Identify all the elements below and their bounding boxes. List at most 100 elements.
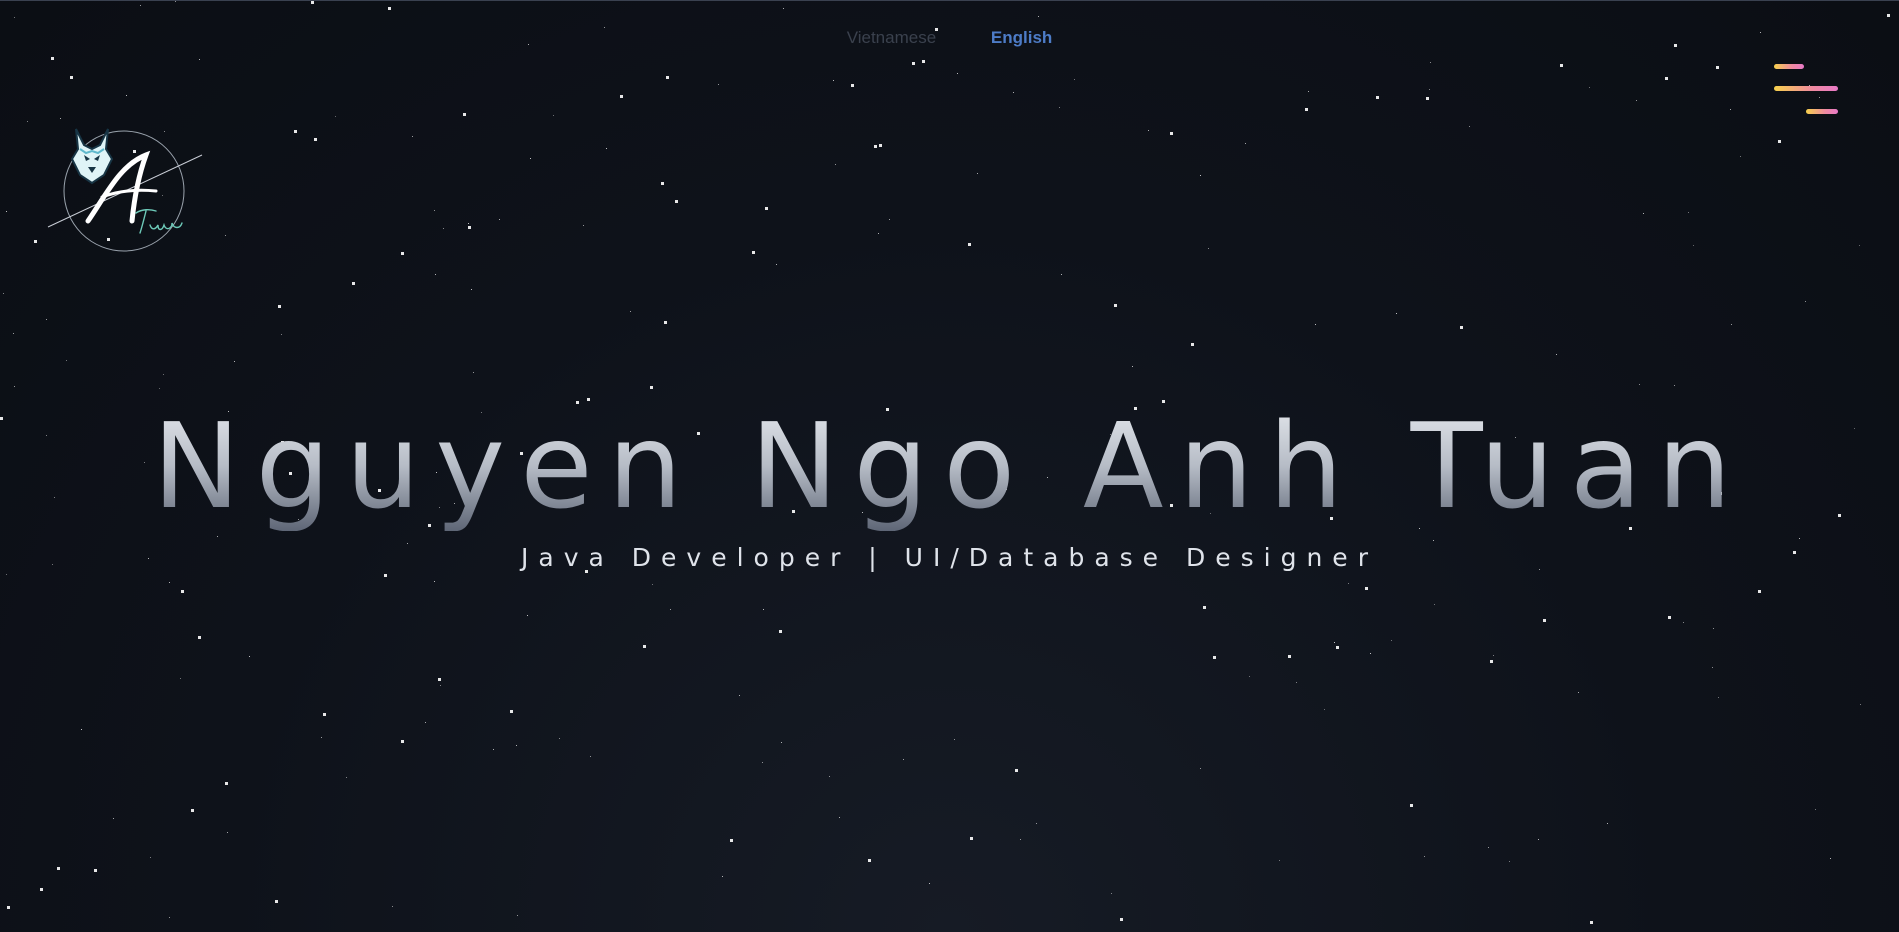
star	[191, 809, 194, 812]
hamburger-menu-button[interactable]	[1768, 61, 1840, 121]
star	[1348, 583, 1349, 584]
star	[675, 200, 678, 203]
star	[1036, 823, 1037, 824]
star	[1688, 212, 1689, 213]
star	[1758, 590, 1761, 593]
star	[722, 876, 723, 877]
star	[1424, 856, 1425, 857]
star	[970, 837, 973, 840]
star	[217, 536, 218, 537]
star	[718, 84, 719, 85]
language-option-english[interactable]: English	[991, 28, 1052, 48]
star	[113, 818, 114, 819]
star	[1740, 156, 1741, 157]
star	[1859, 245, 1860, 246]
star	[181, 590, 184, 593]
star	[977, 173, 978, 174]
star	[51, 57, 54, 60]
star	[27, 121, 28, 122]
star	[510, 710, 513, 713]
star	[180, 678, 181, 679]
star	[463, 113, 466, 116]
star	[278, 305, 281, 308]
star	[227, 832, 228, 833]
star	[321, 737, 322, 738]
star	[294, 130, 297, 133]
star	[1120, 918, 1123, 921]
star	[40, 888, 43, 891]
star	[1396, 313, 1397, 314]
star	[6, 574, 7, 575]
language-option-vietnamese[interactable]: Vietnamese	[847, 28, 936, 48]
star	[1543, 619, 1546, 622]
star	[1718, 697, 1719, 698]
star	[879, 144, 882, 147]
star	[1683, 622, 1684, 623]
star	[234, 361, 235, 362]
star	[1013, 92, 1014, 93]
star	[1665, 77, 1668, 80]
star	[762, 762, 763, 763]
star	[94, 869, 97, 872]
star	[1607, 823, 1608, 824]
star	[198, 636, 201, 639]
star	[1434, 604, 1435, 605]
wolf-logo-icon	[47, 128, 203, 252]
star	[1668, 616, 1671, 619]
star	[473, 372, 474, 373]
star	[384, 574, 387, 577]
star	[412, 136, 413, 137]
star	[1148, 130, 1149, 131]
star	[1208, 248, 1209, 249]
star	[868, 859, 871, 862]
star	[1200, 768, 1201, 769]
star	[1509, 861, 1510, 862]
hero-name-heading: Nguyen Ngo Anh Tuan	[0, 401, 1899, 531]
star	[752, 251, 755, 254]
star	[1815, 809, 1816, 810]
hero-tagline: Java Developer | UI/Database Designer	[521, 543, 1378, 572]
star	[311, 1, 314, 4]
star	[517, 915, 518, 916]
star	[225, 782, 228, 785]
star	[1429, 89, 1430, 90]
star	[652, 584, 653, 585]
star	[140, 5, 141, 6]
star	[968, 243, 971, 246]
star	[1433, 540, 1434, 541]
star	[1410, 804, 1413, 807]
star	[1493, 655, 1494, 656]
star	[1059, 107, 1060, 108]
star	[1643, 213, 1644, 214]
star	[954, 739, 955, 740]
star	[1712, 667, 1713, 668]
star	[1324, 709, 1325, 710]
star	[620, 95, 623, 98]
site-logo[interactable]	[46, 125, 206, 265]
star	[559, 738, 560, 739]
star	[275, 900, 278, 903]
star	[1805, 301, 1806, 302]
star	[776, 264, 777, 265]
star	[670, 609, 671, 610]
star	[3, 293, 4, 294]
star	[1426, 97, 1429, 100]
star	[14, 17, 15, 18]
star	[1460, 326, 1463, 329]
star	[435, 274, 436, 275]
star	[440, 685, 441, 686]
star	[1336, 646, 1339, 649]
star	[1639, 384, 1640, 385]
star	[643, 645, 646, 648]
star	[957, 73, 958, 74]
star	[630, 311, 631, 312]
star	[169, 917, 170, 918]
star	[468, 223, 469, 224]
star	[851, 84, 854, 87]
star	[739, 695, 740, 696]
star	[323, 713, 326, 716]
star	[1674, 385, 1675, 386]
star	[1111, 893, 1112, 894]
star	[1020, 839, 1021, 840]
star	[1245, 143, 1246, 144]
